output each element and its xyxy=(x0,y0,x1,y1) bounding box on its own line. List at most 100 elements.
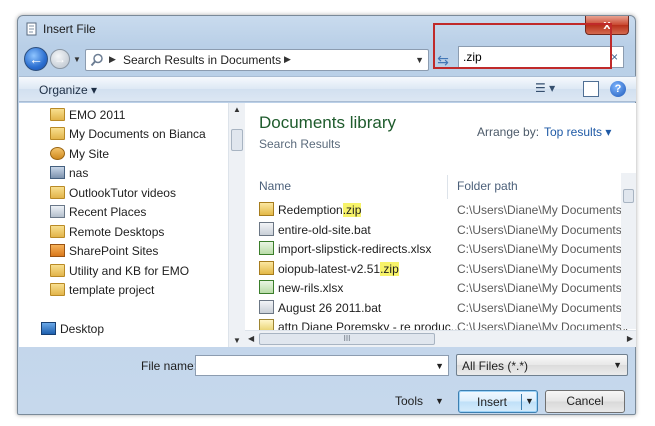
file-name: new-rils.xlsx xyxy=(278,281,344,295)
file-name: entire-old-site.bat xyxy=(278,223,371,237)
sidebar-scrollbar[interactable]: ▲ ▼ xyxy=(228,103,245,347)
file-name-label: File name: xyxy=(141,359,198,373)
address-dropdown-icon[interactable]: ▼ xyxy=(415,55,424,65)
split-divider xyxy=(521,394,522,410)
sidebar-item-label: EMO 2011 xyxy=(69,108,126,122)
file-row[interactable]: import-slipstick-redirects.xlsx C:\Users… xyxy=(259,240,629,259)
insert-options-dropdown-icon[interactable]: ▼ xyxy=(525,396,534,406)
file-row[interactable]: August 26 2011.bat C:\Users\Diane\My Doc… xyxy=(259,299,629,318)
search-highlight-frame xyxy=(433,23,612,69)
file-name-dropdown-icon[interactable]: ▼ xyxy=(435,361,444,371)
preview-pane-icon[interactable] xyxy=(583,81,599,97)
network-drive-icon xyxy=(50,166,65,179)
view-options-icon[interactable]: ☰ ▾ xyxy=(535,81,555,97)
file-name-input[interactable] xyxy=(199,358,429,373)
window-title: Insert File xyxy=(43,22,96,36)
sidebar-item-label: Recent Places xyxy=(69,205,147,219)
file-row[interactable]: oiopub-latest-v2.51.zip C:\Users\Diane\M… xyxy=(259,260,629,279)
sidebar-item-label: Remote Desktops xyxy=(69,225,165,239)
document-icon xyxy=(26,22,37,36)
folder-icon xyxy=(50,108,65,121)
clear-search-icon[interactable]: × xyxy=(611,50,618,64)
bat-icon xyxy=(259,300,274,314)
chevron-down-icon: ▼ xyxy=(613,360,622,370)
file-row[interactable]: new-rils.xlsx C:\Users\Diane\My Document… xyxy=(259,279,629,298)
file-row[interactable]: Redemption.zip C:\Users\Diane\My Documen… xyxy=(259,201,629,220)
sidebar-item-label: Desktop xyxy=(60,322,105,336)
file-path: C:\Users\Diane\My Documents xyxy=(457,281,622,295)
tools-dropdown-icon[interactable]: ▼ xyxy=(435,396,444,406)
folder-icon xyxy=(50,127,65,140)
scroll-left-icon[interactable]: ◀ xyxy=(248,334,254,343)
insert-file-dialog: Insert File x ← → ▼ ▶ Search Results in … xyxy=(17,15,636,415)
file-name-field[interactable]: ▼ xyxy=(195,355,449,376)
insert-button-label: Insert xyxy=(477,395,508,409)
sidebar-item-label: template project xyxy=(69,283,155,297)
scroll-up-icon[interactable]: ▲ xyxy=(233,105,241,114)
file-name: August 26 2011.bat xyxy=(278,301,382,315)
desktop-icon xyxy=(41,322,56,335)
file-name: import-slipstick-redirects.xlsx xyxy=(278,242,432,256)
column-header-name[interactable]: Name xyxy=(259,179,291,193)
sidebar-item-label: My Site xyxy=(69,147,110,161)
file-name: Redemption.zip xyxy=(278,203,362,217)
arrange-by-label: Arrange by: xyxy=(477,125,540,139)
sidebar-item-label: Utility and KB for EMO xyxy=(69,264,190,278)
insert-button[interactable]: Insert ▼ xyxy=(458,390,538,413)
column-divider[interactable] xyxy=(447,175,448,199)
site-icon xyxy=(50,147,65,160)
file-list-horizontal-scrollbar[interactable]: ◀ III ▶ xyxy=(245,330,636,347)
zip-icon xyxy=(259,261,274,275)
library-title: Documents library xyxy=(259,113,396,132)
navigation-pane: EMO 2011 My Documents on Bianca My Site … xyxy=(19,103,245,347)
library-subtitle: Search Results xyxy=(259,137,341,151)
recent-pages-dropdown-icon[interactable]: ▼ xyxy=(73,55,81,64)
scroll-thumb[interactable]: III xyxy=(259,333,435,345)
xlsx-icon xyxy=(259,280,274,294)
scroll-thumb[interactable] xyxy=(623,189,634,203)
folder-icon xyxy=(50,225,65,238)
file-row[interactable]: entire-old-site.bat C:\Users\Diane\My Do… xyxy=(259,221,629,240)
sharepoint-icon xyxy=(50,244,65,257)
zip-icon xyxy=(259,202,274,216)
folder-icon xyxy=(50,186,65,199)
breadcrumb[interactable]: Search Results in Documents xyxy=(123,53,281,67)
cancel-button[interactable]: Cancel xyxy=(545,390,625,413)
file-path: C:\Users\Diane\My Documents\Util xyxy=(457,301,629,315)
tools-menu[interactable]: Tools xyxy=(395,394,423,408)
command-toolbar: Organize ▾ ☰ ▾ ? xyxy=(19,76,636,102)
file-path: C:\Users\Diane\My Documents\Util xyxy=(457,203,629,217)
organize-menu[interactable]: Organize ▾ xyxy=(39,83,97,97)
file-name: oiopub-latest-v2.51.zip xyxy=(278,262,399,276)
file-type-select[interactable]: All Files (*.*) ▼ xyxy=(456,354,628,376)
file-path: C:\Users\Diane\My Documents\Tes xyxy=(457,242,629,256)
file-list-vertical-scrollbar[interactable] xyxy=(621,173,636,329)
file-path: C:\Users\Diane\My Documents\Util xyxy=(457,262,629,276)
column-header-folder-path[interactable]: Folder path xyxy=(457,179,518,193)
scroll-right-icon[interactable]: ▶ xyxy=(627,334,633,343)
file-path: C:\Users\Diane\My Documents\Util xyxy=(457,223,629,237)
arrange-by-dropdown[interactable]: Top results ▾ xyxy=(544,125,611,139)
file-type-value: All Files (*.*) xyxy=(462,359,529,373)
bat-icon xyxy=(259,222,274,236)
help-icon[interactable]: ? xyxy=(610,81,626,97)
breadcrumb-chevron-icon[interactable]: ▶ xyxy=(284,54,291,65)
back-button[interactable]: ← xyxy=(24,47,48,71)
sidebar-item-label: My Documents on Bianca xyxy=(69,127,206,141)
sidebar-item-label: OutlookTutor videos xyxy=(69,186,176,200)
file-list-pane: Documents library Search Results Arrange… xyxy=(245,103,636,347)
recent-places-icon xyxy=(50,205,65,218)
address-bar[interactable]: ▶ Search Results in Documents ▶ ▼ xyxy=(85,49,429,71)
scroll-down-icon[interactable]: ▼ xyxy=(233,336,241,345)
sidebar-item-label: SharePoint Sites xyxy=(69,244,159,258)
search-folder-icon xyxy=(90,53,103,67)
folder-icon xyxy=(50,283,65,296)
forward-button[interactable]: → xyxy=(50,49,70,69)
breadcrumb-separator-icon[interactable]: ▶ xyxy=(109,54,116,65)
sidebar-item-label: nas xyxy=(69,166,89,180)
folder-icon xyxy=(50,264,65,277)
column-header-row: Name Folder path xyxy=(245,163,636,199)
xlsx-icon xyxy=(259,241,274,255)
scroll-thumb[interactable] xyxy=(231,129,243,151)
dialog-footer: File name: ▼ All Files (*.*) ▼ Tools ▼ I… xyxy=(19,347,636,415)
